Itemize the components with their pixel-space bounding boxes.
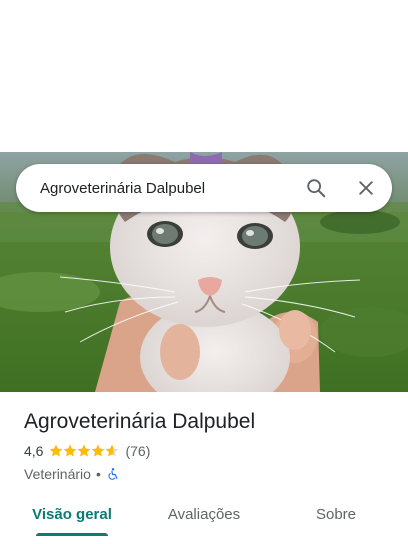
star-icon <box>50 444 63 457</box>
category-row: Veterinário • <box>24 465 394 483</box>
search-input[interactable]: Agroveterinária Dalpubel <box>16 180 296 197</box>
tab-about[interactable]: Sobre <box>264 492 408 536</box>
tab-bar: Visão geral Avaliações Sobre <box>0 492 408 536</box>
star-icon <box>92 444 105 457</box>
close-button[interactable] <box>346 168 386 208</box>
star-icon <box>106 444 119 457</box>
separator-dot: • <box>95 466 101 482</box>
place-info: Agroveterinária Dalpubel 4,6 (76) Veteri… <box>24 408 394 483</box>
close-icon <box>359 181 373 195</box>
category-label[interactable]: Veterinário <box>24 466 91 482</box>
star-icon <box>78 444 91 457</box>
search-icon <box>307 179 326 198</box>
place-page: Agroveterinária Dalpubel Agroveterinária… <box>0 0 408 544</box>
search-button[interactable] <box>296 168 336 208</box>
place-title: Agroveterinária Dalpubel <box>24 410 256 433</box>
tab-overview[interactable]: Visão geral <box>0 492 144 536</box>
star-icon <box>64 444 77 457</box>
review-count[interactable]: (76) <box>125 443 150 459</box>
tab-reviews-label: Avaliações <box>167 505 241 523</box>
tab-about-label: Sobre <box>315 505 357 523</box>
rating-stars <box>49 444 119 458</box>
tab-reviews[interactable]: Avaliações <box>144 492 264 536</box>
rating-value: 4,6 <box>24 443 44 459</box>
tab-overview-label: Visão geral <box>32 505 112 523</box>
search-bar[interactable]: Agroveterinária Dalpubel <box>16 164 392 212</box>
active-tab-indicator <box>36 533 108 536</box>
rating-row[interactable]: 4,6 (76) <box>24 442 394 460</box>
wheelchair-icon <box>108 468 118 480</box>
